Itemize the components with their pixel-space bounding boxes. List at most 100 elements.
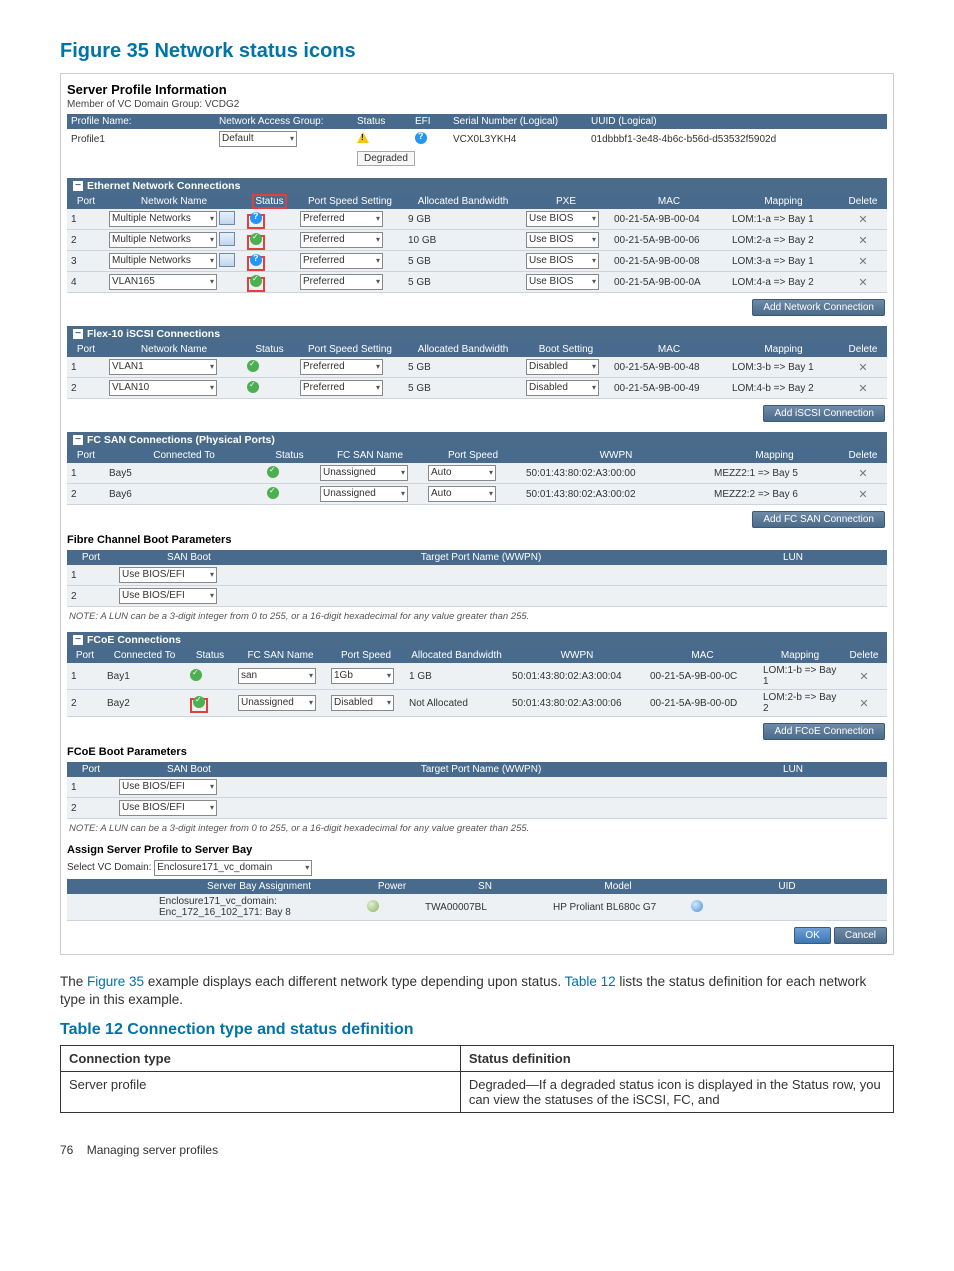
select[interactable]: Use BIOS/EFI: [119, 800, 217, 816]
select[interactable]: Unassigned: [320, 486, 408, 502]
cancel-button[interactable]: Cancel: [834, 927, 887, 944]
vc-domain-select[interactable]: Enclosure171_vc_domain: [154, 860, 312, 876]
select[interactable]: Auto: [428, 486, 496, 502]
delete-icon[interactable]: ✕: [859, 671, 868, 683]
fc-boot-title: Fibre Channel Boot Parameters: [67, 534, 887, 546]
figure-link[interactable]: Figure 35: [87, 974, 144, 989]
ok-icon: [250, 275, 262, 287]
select[interactable]: VLAN165: [109, 274, 217, 290]
nag-select[interactable]: Default: [219, 131, 297, 147]
table-row: 2Use BIOS/EFI: [67, 586, 887, 607]
table-row: 2Bay2UnassignedDisabledNot Allocated50:0…: [67, 690, 887, 717]
table-row: 1Use BIOS/EFI: [67, 565, 887, 586]
status-lbl: Status: [353, 114, 411, 129]
table-row: 1Bay1san1Gb1 GB50:01:43:80:02:A3:00:0400…: [67, 663, 887, 690]
delete-icon[interactable]: ✕: [859, 698, 868, 710]
assign-title: Assign Server Profile to Server Bay: [67, 844, 887, 856]
delete-icon[interactable]: ✕: [858, 214, 867, 226]
add-fcsan-button[interactable]: Add FC SAN Connection: [752, 511, 885, 528]
member-text: Member of VC Domain Group: VCDG2: [67, 99, 887, 110]
bay-assignment: Enclosure171_vc_domain: Enc_172_16_102_1…: [155, 894, 363, 921]
collapse-icon[interactable]: −: [73, 329, 83, 339]
fcoe-section-header[interactable]: −FCoE Connections: [67, 632, 887, 648]
select[interactable]: Disabled: [526, 380, 599, 396]
sn-val: TWA00007BL: [421, 894, 549, 921]
select[interactable]: Preferred: [300, 232, 383, 248]
select[interactable]: Use BIOS/EFI: [119, 779, 217, 795]
ok-icon: [267, 487, 279, 499]
table-row: 3Multiple NetworksPreferred5 GBUse BIOS0…: [67, 251, 887, 272]
table-row: 1Multiple NetworksPreferred9 GBUse BIOS0…: [67, 209, 887, 230]
add-iscsi-button[interactable]: Add iSCSI Connection: [763, 405, 885, 422]
select[interactable]: Preferred: [300, 211, 383, 227]
delete-icon[interactable]: ✕: [858, 235, 867, 247]
doc-r1c1: Server profile: [61, 1072, 461, 1113]
iscsi-table: Port Network Name Status Port Speed Sett…: [67, 342, 887, 399]
table-row: 1VLAN1Preferred5 GBDisabled00-21-5A-9B-0…: [67, 357, 887, 378]
network-icon[interactable]: [219, 232, 235, 246]
delete-icon[interactable]: ✕: [858, 362, 867, 374]
select[interactable]: Use BIOS: [526, 211, 599, 227]
table-row: 2Multiple NetworksPreferred10 GBUse BIOS…: [67, 230, 887, 251]
fc-boot-note: NOTE: A LUN can be a 3-digit integer fro…: [69, 611, 887, 622]
server-profile-title: Server Profile Information: [67, 82, 887, 97]
ethernet-section-header[interactable]: −Ethernet Network Connections: [67, 178, 887, 194]
select[interactable]: Unassigned: [320, 465, 408, 481]
select[interactable]: Preferred: [300, 253, 383, 269]
ok-icon: [267, 466, 279, 478]
select[interactable]: san: [238, 668, 316, 684]
add-network-button[interactable]: Add Network Connection: [752, 299, 885, 316]
select[interactable]: Auto: [428, 465, 496, 481]
network-icon[interactable]: [219, 253, 235, 267]
select[interactable]: Multiple Networks: [109, 253, 217, 269]
fc-boot-table: Port SAN Boot Target Port Name (WWPN) LU…: [67, 550, 887, 607]
fcoe-boot-title: FCoE Boot Parameters: [67, 746, 887, 758]
select[interactable]: Use BIOS/EFI: [119, 588, 217, 604]
collapse-icon[interactable]: −: [73, 435, 83, 445]
iscsi-section-header[interactable]: −Flex-10 iSCSI Connections: [67, 326, 887, 342]
select[interactable]: Preferred: [300, 274, 383, 290]
profile-name-val: Profile1: [67, 129, 215, 149]
table-row: 2VLAN10Preferred5 GBDisabled00-21-5A-9B-…: [67, 378, 887, 399]
doc-r1c2: Degraded—If a degraded status icon is di…: [460, 1072, 893, 1113]
assign-table: Server Bay Assignment Power SN Model UID…: [67, 879, 887, 921]
delete-icon[interactable]: ✕: [858, 256, 867, 268]
select[interactable]: Use BIOS/EFI: [119, 567, 217, 583]
select[interactable]: 1Gb: [331, 668, 394, 684]
network-icon[interactable]: [219, 211, 235, 225]
select[interactable]: Use BIOS: [526, 274, 599, 290]
delete-icon[interactable]: ✕: [858, 277, 867, 289]
select[interactable]: Use BIOS: [526, 232, 599, 248]
fcsan-section-header[interactable]: −FC SAN Connections (Physical Ports): [67, 432, 887, 448]
table-title: Table 12 Connection type and status defi…: [60, 1021, 894, 1039]
delete-icon[interactable]: ✕: [858, 383, 867, 395]
select[interactable]: VLAN10: [109, 380, 217, 396]
power-icon: [367, 900, 379, 912]
select[interactable]: Multiple Networks: [109, 211, 217, 227]
serial-val: VCX0L3YKH4: [449, 129, 587, 149]
select[interactable]: Disabled: [331, 695, 394, 711]
select[interactable]: Multiple Networks: [109, 232, 217, 248]
select[interactable]: Preferred: [300, 380, 383, 396]
uuid-lbl: UUID (Logical): [587, 114, 887, 129]
collapse-icon[interactable]: −: [73, 635, 83, 645]
page-footer: 76 Managing server profiles: [60, 1143, 894, 1157]
select[interactable]: VLAN1: [109, 359, 217, 375]
delete-icon[interactable]: ✕: [858, 468, 867, 480]
delete-icon[interactable]: ✕: [858, 489, 867, 501]
select[interactable]: Disabled: [526, 359, 599, 375]
select[interactable]: Preferred: [300, 359, 383, 375]
table-link[interactable]: Table 12: [565, 974, 616, 989]
collapse-icon[interactable]: −: [73, 181, 83, 191]
ok-icon: [247, 381, 259, 393]
uuid-val: 01dbbbf1-3e48-4b6c-b56d-d53532f5902d: [587, 129, 887, 149]
table-row: 1Bay5UnassignedAuto50:01:43:80:02:A3:00:…: [67, 463, 887, 484]
select-vc-lbl: Select VC Domain:: [67, 862, 151, 873]
uid-icon[interactable]: [691, 900, 703, 912]
add-fcoe-button[interactable]: Add FCoE Connection: [763, 723, 885, 740]
degraded-status: Degraded: [357, 151, 415, 166]
select[interactable]: Unassigned: [238, 695, 316, 711]
select[interactable]: Use BIOS: [526, 253, 599, 269]
ok-button[interactable]: OK: [794, 927, 830, 944]
ok-icon: [250, 233, 262, 245]
